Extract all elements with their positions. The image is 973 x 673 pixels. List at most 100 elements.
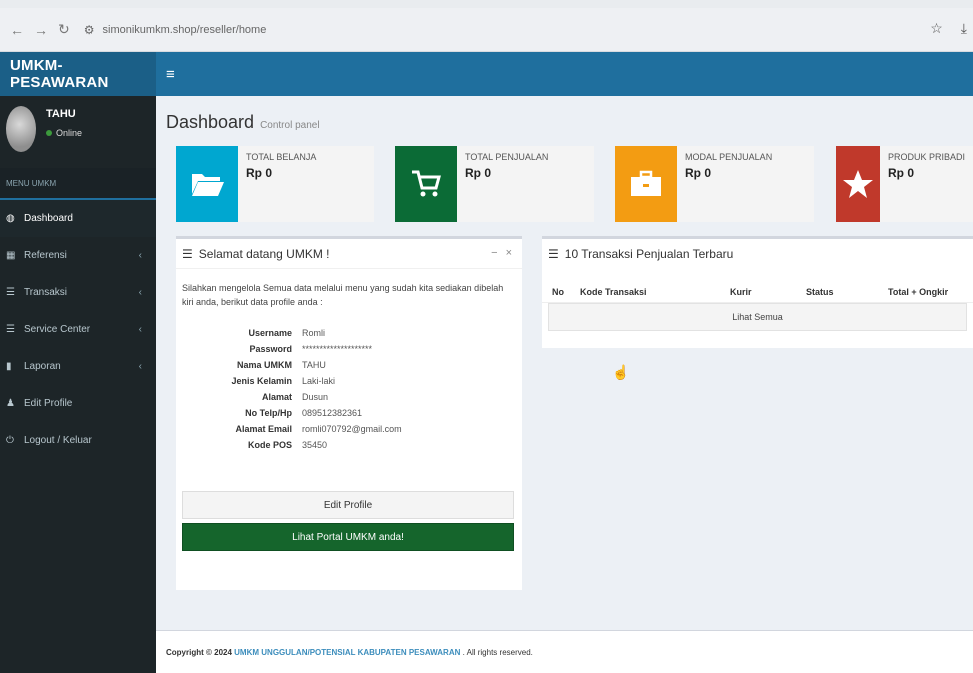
- list-icon: ☰: [6, 287, 15, 298]
- footer-suffix: . All rights reserved.: [462, 647, 533, 657]
- edit-profile-button[interactable]: Edit Profile: [182, 491, 514, 519]
- info-label: PRODUK PRIBADI: [887, 152, 965, 162]
- power-icon: ⏻: [6, 435, 14, 446]
- sidebar-item-logout[interactable]: ⏻ Logout / Keluar: [0, 422, 156, 459]
- sidebar-item-transaksi[interactable]: ☰ Transaksi ‹: [0, 274, 156, 311]
- profile-value: Dusun: [302, 392, 329, 402]
- chevron-left-icon: ‹: [138, 324, 142, 335]
- transactions-box-header: ☰ 10 Transaksi Penjualan Terbaru: [542, 239, 973, 269]
- profile-row: Kode POS 35450: [190, 437, 522, 453]
- info-icon-bg: [176, 146, 238, 222]
- info-box-total-penjualan: TOTAL PENJUALAN Rp 0: [395, 146, 594, 222]
- column-header: Status: [806, 286, 834, 297]
- footer-org-link[interactable]: UMKM UNGGULAN/POTENSIAL KABUPATEN PESAWA…: [234, 648, 460, 657]
- transactions-table-header: No Kode Transaksi Kurir Status Total + O…: [542, 281, 973, 303]
- sidebar-item-referensi[interactable]: ▦ Referensi ‹: [0, 237, 156, 274]
- column-header: Kode Transaksi: [580, 286, 647, 297]
- profile-row: No Telp/Hp 089512382361: [190, 405, 522, 421]
- sidebar-item-label: Service Center: [24, 324, 91, 335]
- list-icon: ☰: [6, 324, 15, 335]
- back-icon[interactable]: ←: [10, 22, 24, 38]
- app-header: UMKM-PESAWARAN ≡: [0, 52, 973, 96]
- column-header: No: [552, 286, 564, 297]
- profile-label: Alamat Email: [235, 424, 292, 434]
- brand-logo[interactable]: UMKM-PESAWARAN: [0, 52, 156, 96]
- profile-row: Alamat Email romli070792@gmail.com: [190, 421, 522, 437]
- user-name: TAHU: [46, 108, 76, 120]
- grid-icon: ▦: [6, 250, 16, 261]
- sidebar-item-service-center[interactable]: ☰ Service Center ‹: [0, 311, 156, 348]
- sidebar-item-label: Logout / Keluar: [24, 435, 92, 446]
- profile-label: Username: [248, 328, 292, 338]
- profile-row: Password ********************: [190, 341, 522, 357]
- browser-toolbar: ← → ↻ ⚙ simonikumkm.shop/reseller/home ☆…: [0, 8, 973, 52]
- portal-umkm-button[interactable]: Lihat Portal UMKM anda!: [182, 523, 514, 551]
- footer-copyright: Copyright © 2024: [166, 647, 232, 657]
- main-content: Dashboard Control panel TOTAL BELANJA Rp …: [156, 96, 973, 673]
- user-status: Online: [46, 128, 82, 138]
- sidebar-item-label: Referensi: [24, 250, 67, 261]
- profile-value: 089512382361: [302, 408, 363, 418]
- minimize-icon[interactable]: −: [491, 247, 497, 259]
- column-header: Kurir: [730, 286, 752, 297]
- sidebar-item-label: Dashboard: [24, 213, 73, 224]
- cart-icon: [412, 170, 441, 197]
- hand-pointer-icon: ☝: [612, 364, 630, 380]
- page-title: Dashboard Control panel: [166, 112, 320, 133]
- profile-value: TAHU: [302, 360, 326, 370]
- sidebar-item-label: Laporan: [24, 361, 61, 372]
- list-icon: ☰: [548, 247, 559, 261]
- profile-value: ********************: [302, 344, 373, 354]
- online-dot-icon: [46, 130, 52, 136]
- info-box-produk-pribadi: PRODUK PRIBADI Rp 0: [836, 146, 973, 222]
- sidebar-item-dashboard[interactable]: ◍ Dashboard: [0, 200, 156, 237]
- sidebar-item-edit-profile[interactable]: ♟ Edit Profile: [0, 385, 156, 422]
- star-icon: [842, 170, 873, 198]
- info-label: MODAL PENJUALAN: [685, 152, 773, 162]
- avatar: [6, 106, 36, 152]
- download-icon[interactable]: ⤓: [961, 20, 967, 37]
- briefcase-icon: [631, 170, 661, 196]
- bookmark-star-icon[interactable]: ☆: [930, 20, 943, 37]
- profile-table: Username Romli Password ******************…: [190, 325, 522, 453]
- profile-value: Laki-laki: [302, 376, 336, 386]
- user-icon: ♟: [6, 398, 15, 409]
- sidebar-item-label: Transaksi: [24, 287, 67, 298]
- info-icon-bg: [395, 146, 457, 222]
- page-title-text: Dashboard: [166, 112, 255, 132]
- info-value: Rp 0: [465, 166, 492, 180]
- page-subtitle: Control panel: [260, 120, 320, 131]
- address-bar[interactable]: ⚙ simonikumkm.shop/reseller/home: [84, 23, 267, 37]
- book-icon: ▮: [6, 361, 12, 372]
- info-box-total-belanja: TOTAL BELANJA Rp 0: [176, 146, 374, 222]
- sidebar-toggle-icon[interactable]: ≡: [166, 66, 175, 83]
- url-text: simonikumkm.shop/reseller/home: [102, 23, 267, 36]
- profile-label: Alamat: [261, 392, 292, 402]
- user-panel: TAHU Online: [0, 96, 156, 164]
- sidebar-item-laporan[interactable]: ▮ Laporan ‹: [0, 348, 156, 385]
- info-value: Rp 0: [246, 166, 273, 180]
- reload-icon[interactable]: ↻: [58, 21, 70, 38]
- info-label: TOTAL BELANJA: [246, 152, 317, 162]
- profile-label: No Telp/Hp: [245, 408, 292, 418]
- close-icon[interactable]: ×: [506, 247, 512, 259]
- profile-row: Username Romli: [190, 325, 522, 341]
- view-all-button[interactable]: Lihat Semua: [548, 303, 967, 331]
- sidebar: TAHU Online MENU UMKM ◍ Dashboard ▦ Refe…: [0, 96, 156, 673]
- profile-value: 35450: [302, 440, 328, 450]
- info-box-modal-penjualan: MODAL PENJUALAN Rp 0: [615, 146, 814, 222]
- dashboard-icon: ◍: [6, 213, 15, 224]
- profile-label: Nama UMKM: [236, 360, 292, 370]
- info-icon-bg: [615, 146, 677, 222]
- profile-row: Jenis Kelamin Laki-laki: [190, 373, 522, 389]
- sidebar-item-label: Edit Profile: [24, 398, 73, 409]
- info-label: TOTAL PENJUALAN: [465, 152, 549, 162]
- chevron-left-icon: ‹: [138, 361, 142, 372]
- site-settings-icon[interactable]: ⚙: [84, 23, 95, 37]
- profile-row: Nama UMKM TAHU: [190, 357, 522, 373]
- footer: Copyright © 2024 UMKM UNGGULAN/POTENSIAL…: [156, 630, 973, 673]
- profile-label: Kode POS: [247, 440, 292, 450]
- transactions-title: 10 Transaksi Penjualan Terbaru: [564, 247, 734, 261]
- forward-icon[interactable]: →: [34, 22, 48, 38]
- chevron-left-icon: ‹: [138, 250, 142, 261]
